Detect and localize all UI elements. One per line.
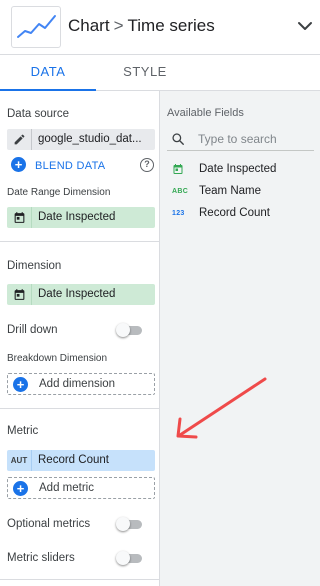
dimension-value: Date Inspected [38,288,116,300]
metric-sliders-label: Metric sliders [7,552,75,564]
data-source-label: Data source [7,108,70,120]
dimension-label: Dimension [7,260,62,272]
tab-bar: DATA STYLE [0,55,320,91]
field-item-record-count[interactable]: 123 Record Count [167,204,314,224]
tab-data[interactable]: DATA [0,55,96,91]
field-name: Date Inspected [199,163,277,175]
toggle-knob [116,517,130,531]
calendar-icon [172,163,188,177]
plus-circle-icon: + [13,377,28,392]
field-item-team-name[interactable]: ABC Team Name [167,182,314,202]
metric-chip[interactable]: AUT Record Count [7,450,155,471]
breakdown-dimension-label: Breakdown Dimension [7,353,108,364]
add-metric-button[interactable]: + Add metric [7,477,155,499]
field-search [167,127,314,151]
toggle-knob [116,323,130,337]
field-item-date-inspected[interactable]: Date Inspected [167,160,314,180]
optional-metrics-label: Optional metrics [7,518,91,530]
date-range-label: Date Range Dimension [7,187,111,198]
calendar-icon [7,207,32,228]
metric-value: Record Count [38,454,109,466]
date-range-value: Date Inspected [38,211,116,223]
breadcrumb: Chart > Time series [68,16,215,36]
search-input[interactable] [198,130,312,148]
search-icon [172,133,184,145]
breadcrumb-current: Time series [127,16,215,35]
plus-circle-icon: + [13,481,28,496]
chevron-down-icon[interactable] [296,17,314,35]
toggle-knob [116,551,130,565]
data-source-chip[interactable]: google_studio_dat... [7,129,155,150]
number-type-icon: 123 [172,210,185,217]
metric-label: Metric [7,425,39,437]
date-range-chip[interactable]: Date Inspected [7,207,155,228]
drill-down-label: Drill down [7,324,58,336]
add-dimension-button[interactable]: + Add dimension [7,373,155,395]
red-arrow-icon [176,377,267,439]
section-divider [0,241,160,242]
calendar-icon [7,284,32,305]
plus-circle-icon[interactable]: + [11,157,26,172]
metric-sliders-toggle[interactable] [116,551,143,565]
data-source-name: google_studio_dat... [38,133,142,145]
panel-header: Chart > Time series [0,0,320,55]
blend-data-button[interactable]: BLEND DATA [35,160,105,172]
pencil-icon[interactable] [7,129,32,150]
field-name: Team Name [199,185,261,197]
breadcrumb-parent[interactable]: Chart [68,16,110,35]
tab-style[interactable]: STYLE [96,55,194,91]
add-metric-label: Add metric [39,482,94,494]
breadcrumb-separator: > [113,16,124,35]
add-dimension-label: Add dimension [39,378,116,390]
section-divider [0,579,160,580]
text-type-icon: ABC [172,188,189,195]
field-name: Record Count [199,207,270,219]
dimension-chip[interactable]: Date Inspected [7,284,155,305]
drill-down-toggle[interactable] [116,323,143,337]
help-icon[interactable]: ? [140,158,154,172]
section-divider [0,408,160,409]
optional-metrics-toggle[interactable] [116,517,143,531]
available-fields-title: Available Fields [167,107,244,119]
metric-type-badge[interactable]: AUT [7,450,32,471]
time-series-chart-icon[interactable] [11,6,61,48]
